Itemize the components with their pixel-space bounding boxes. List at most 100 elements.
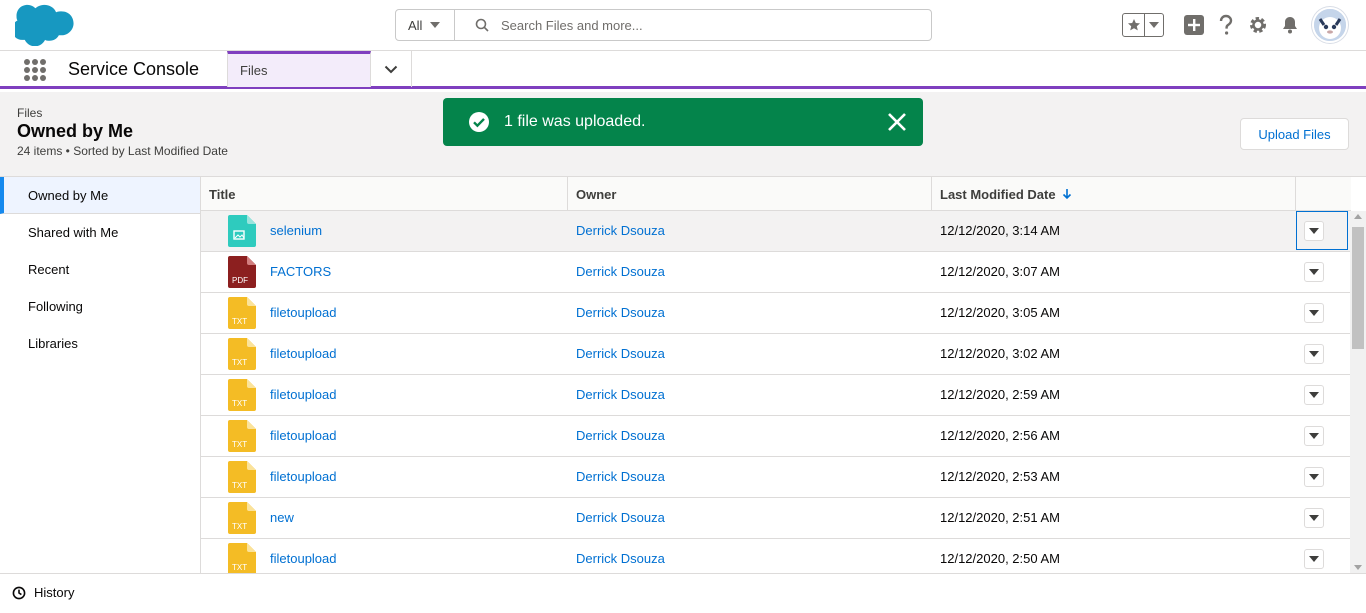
table-row[interactable]: TXT filetoupload Derrick Dsouza 12/12/20…: [201, 539, 1351, 573]
table-row[interactable]: TXT filetoupload Derrick Dsouza 12/12/20…: [201, 375, 1351, 416]
list-view-sidebar: Owned by Me Shared with Me Recent Follow…: [0, 177, 201, 573]
star-icon: [1127, 19, 1140, 31]
row-actions-menu-button[interactable]: [1304, 549, 1324, 569]
txt-file-icon: TXT: [228, 461, 256, 493]
row-actions-menu-button[interactable]: [1304, 467, 1324, 487]
chevron-down-icon: [1309, 392, 1319, 398]
search-input[interactable]: [501, 17, 901, 33]
last-modified-date: 12/12/2020, 3:14 AM: [940, 223, 1060, 238]
files-table: Title Owner Last Modified Date selenium …: [201, 177, 1366, 573]
app-launcher-icon[interactable]: [24, 59, 46, 81]
owner-link[interactable]: Derrick Dsouza: [576, 334, 665, 374]
tab-files[interactable]: Files: [227, 51, 371, 87]
table-row[interactable]: TXT filetoupload Derrick Dsouza 12/12/20…: [201, 334, 1351, 375]
search-scope-dropdown[interactable]: All: [396, 10, 455, 40]
txt-file-icon: TXT: [228, 379, 256, 411]
scroll-up-icon[interactable]: [1354, 214, 1362, 219]
sidebar-item-libraries[interactable]: Libraries: [0, 325, 200, 362]
file-title-link[interactable]: filetoupload: [270, 416, 337, 456]
last-modified-date: 12/12/2020, 3:05 AM: [940, 305, 1060, 320]
file-title-link[interactable]: FACTORS: [270, 252, 331, 292]
file-type-label: TXT: [232, 563, 247, 572]
salesforce-logo[interactable]: [11, 4, 75, 47]
search-scope-label: All: [408, 17, 423, 33]
success-icon: [469, 112, 489, 132]
owner-link[interactable]: Derrick Dsouza: [576, 211, 665, 251]
notifications-button[interactable]: [1274, 9, 1306, 41]
sidebar-item-label: Recent: [28, 262, 70, 277]
sidebar-item-following[interactable]: Following: [0, 288, 200, 325]
file-title-link[interactable]: new: [270, 498, 294, 538]
table-row[interactable]: PDF FACTORS Derrick Dsouza 12/12/2020, 3…: [201, 252, 1351, 293]
chevron-down-icon: [1309, 556, 1319, 562]
column-header-last-modified[interactable]: Last Modified Date: [932, 177, 1296, 211]
row-actions-menu-button[interactable]: [1304, 508, 1324, 528]
scroll-down-icon[interactable]: [1354, 565, 1362, 570]
file-title-link[interactable]: selenium: [270, 211, 322, 251]
table-scrollbar[interactable]: [1350, 211, 1366, 573]
column-header-label: Title: [209, 186, 236, 202]
chevron-down-icon: [1309, 351, 1319, 357]
owner-link[interactable]: Derrick Dsouza: [576, 498, 665, 538]
global-header: All: [0, 0, 1366, 50]
app-navigation: Service Console Files: [0, 50, 1366, 89]
row-actions-menu-button[interactable]: [1304, 262, 1324, 282]
table-row[interactable]: selenium Derrick Dsouza 12/12/2020, 3:14…: [201, 211, 1351, 252]
column-header-owner[interactable]: Owner: [568, 177, 932, 211]
table-row[interactable]: TXT filetoupload Derrick Dsouza 12/12/20…: [201, 416, 1351, 457]
table-row[interactable]: TXT filetoupload Derrick Dsouza 12/12/20…: [201, 293, 1351, 334]
last-modified-date: 12/12/2020, 3:07 AM: [940, 264, 1060, 279]
favorites-menu-button[interactable]: [1145, 14, 1163, 36]
row-actions-menu-button[interactable]: [1304, 385, 1324, 405]
chevron-down-icon: [1309, 269, 1319, 275]
owner-link[interactable]: Derrick Dsouza: [576, 252, 665, 292]
setup-button[interactable]: [1242, 9, 1274, 41]
sidebar-item-label: Shared with Me: [28, 225, 119, 240]
table-row[interactable]: TXT filetoupload Derrick Dsouza 12/12/20…: [201, 457, 1351, 498]
column-header-actions: [1296, 177, 1351, 211]
sidebar-item-recent[interactable]: Recent: [0, 251, 200, 288]
last-modified-date: 12/12/2020, 2:51 AM: [940, 510, 1060, 525]
last-modified-date: 12/12/2020, 2:50 AM: [940, 551, 1060, 566]
sidebar-item-owned-by-me[interactable]: Owned by Me: [0, 177, 200, 214]
utility-bar: History: [0, 573, 1366, 613]
owner-link[interactable]: Derrick Dsouza: [576, 539, 665, 573]
gear-icon: [1250, 17, 1266, 33]
row-actions-menu-button[interactable]: [1304, 426, 1324, 446]
file-type-label: TXT: [232, 481, 247, 490]
owner-link[interactable]: Derrick Dsouza: [576, 416, 665, 456]
scroll-thumb[interactable]: [1352, 227, 1364, 349]
file-title-link[interactable]: filetoupload: [270, 293, 337, 333]
file-title-link[interactable]: filetoupload: [270, 457, 337, 497]
row-actions-menu-button[interactable]: [1304, 344, 1324, 364]
last-modified-date: 12/12/2020, 2:56 AM: [940, 428, 1060, 443]
file-title-link[interactable]: filetoupload: [270, 375, 337, 415]
upload-files-button[interactable]: Upload Files: [1240, 118, 1349, 150]
chevron-down-icon: [1309, 515, 1319, 521]
row-actions-menu-button[interactable]: [1304, 303, 1324, 323]
file-title-link[interactable]: filetoupload: [270, 539, 337, 573]
list-meta: 24 items • Sorted by Last Modified Date: [17, 144, 228, 158]
pdf-file-icon: PDF: [228, 256, 256, 288]
sidebar-item-shared-with-me[interactable]: Shared with Me: [0, 214, 200, 251]
toast-message: 1 file was uploaded.: [504, 113, 646, 130]
owner-link[interactable]: Derrick Dsouza: [576, 457, 665, 497]
column-header-title[interactable]: Title: [201, 177, 568, 211]
user-avatar[interactable]: [1312, 7, 1348, 43]
chevron-down-icon: [1309, 433, 1319, 439]
help-button[interactable]: [1210, 9, 1242, 41]
row-actions-menu-button[interactable]: [1304, 221, 1324, 241]
toast-close-button[interactable]: [886, 111, 908, 133]
file-title-link[interactable]: filetoupload: [270, 334, 337, 374]
history-label: History: [34, 585, 75, 600]
favorites-button[interactable]: [1123, 14, 1145, 36]
owner-link[interactable]: Derrick Dsouza: [576, 375, 665, 415]
global-actions-button[interactable]: [1178, 9, 1210, 41]
table-row[interactable]: TXT new Derrick Dsouza 12/12/2020, 2:51 …: [201, 498, 1351, 539]
column-header-label: Last Modified Date: [940, 186, 1056, 202]
txt-file-icon: TXT: [228, 502, 256, 534]
history-utility-button[interactable]: History: [12, 585, 74, 600]
owner-link[interactable]: Derrick Dsouza: [576, 293, 665, 333]
file-type-label: TXT: [232, 358, 247, 367]
nav-menu-button[interactable]: [371, 51, 412, 87]
